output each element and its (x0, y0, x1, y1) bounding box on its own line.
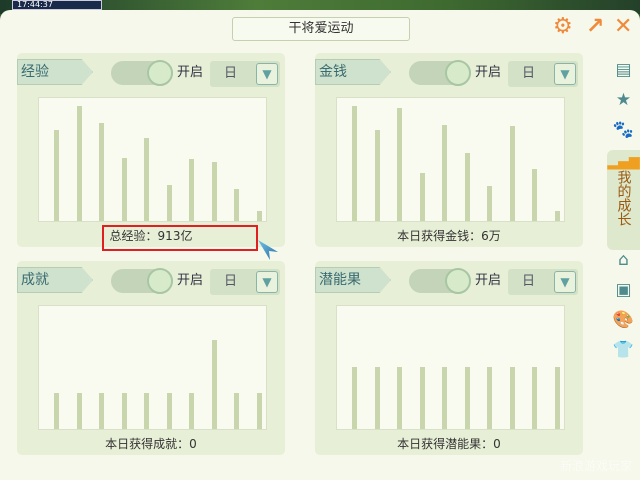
bar (464, 153, 470, 221)
toggle-knob[interactable] (445, 60, 471, 86)
palette-icon[interactable]: 🎨 (607, 310, 640, 340)
star-icon[interactable]: ★ (607, 90, 640, 120)
enable-toggle[interactable] (111, 268, 173, 294)
toggle-label: 开启 (475, 65, 502, 80)
panel-label: 经验 (17, 59, 93, 85)
bar (256, 393, 262, 429)
panel-footer: 本日获得潜能果：0 (397, 437, 501, 451)
bar (464, 367, 470, 429)
toggle-label: 开启 (177, 65, 204, 80)
toggle-knob[interactable] (445, 268, 471, 294)
chevron-down-icon[interactable]: ▼ (554, 271, 576, 293)
bar (54, 130, 59, 221)
period-value: 日 (224, 66, 238, 81)
bar (256, 211, 262, 221)
paw-icon[interactable]: 🐾 (607, 120, 640, 150)
bar (487, 367, 492, 429)
period-select[interactable]: 日 ▼ (508, 269, 578, 295)
chat-icon[interactable]: ▤ (607, 60, 640, 90)
bar (54, 393, 59, 429)
bar (234, 393, 239, 429)
bar (211, 340, 217, 429)
bar (532, 367, 537, 429)
bar (189, 393, 194, 429)
chevron-down-icon[interactable]: ▼ (554, 63, 576, 85)
bar-chart (336, 305, 565, 430)
period-value: 日 (522, 274, 536, 289)
panel-label: 成就 (17, 267, 93, 293)
bar (121, 158, 127, 221)
sidebar-item-growth[interactable]: ▂▄▆ 我的成长 (607, 150, 640, 250)
bar (554, 211, 560, 221)
bar (532, 169, 537, 221)
panel-money: 金钱 开启 日 ▼ 本日获得金钱：6万 (315, 53, 583, 247)
bar (352, 367, 357, 429)
bar (509, 367, 515, 429)
toggle-label: 开启 (475, 273, 502, 288)
bar (397, 108, 402, 221)
close-icon[interactable]: ✕ (614, 14, 632, 39)
bar (234, 189, 239, 221)
bar (76, 393, 82, 429)
chevron-down-icon[interactable]: ▼ (256, 271, 278, 293)
window-title: 干将爱运动 (232, 17, 410, 41)
period-value: 日 (522, 66, 536, 81)
period-select[interactable]: 日 ▼ (210, 61, 280, 87)
bar (374, 130, 380, 221)
bar (189, 159, 194, 221)
bar (554, 367, 560, 429)
box-icon[interactable]: ▣ (607, 280, 640, 310)
bar (76, 106, 82, 221)
period-select[interactable]: 日 ▼ (508, 61, 578, 87)
panel-footer: 本日获得成就：0 (105, 437, 197, 451)
panel-achievement: 成就 开启 日 ▼ 本日获得成就：0 (17, 261, 285, 455)
bar (419, 367, 425, 429)
highlight-box (102, 225, 258, 251)
bar (144, 138, 149, 221)
sidebar-growth-label: 我的成长 (615, 170, 632, 226)
bar (166, 185, 172, 221)
sidebar: ▤ ★ 🐾 ▂▄▆ 我的成长 ⌂ ▣ 🎨 👕 (607, 60, 640, 370)
bar (374, 367, 380, 429)
bar-chart (38, 305, 267, 430)
bar-chart (38, 97, 267, 222)
bar (419, 173, 425, 221)
bar (442, 367, 447, 429)
bar (211, 162, 217, 221)
toggle-knob[interactable] (147, 268, 173, 294)
enable-toggle[interactable] (409, 60, 471, 86)
bar (509, 126, 515, 221)
signal-bars-icon: ▂▄▆ (607, 154, 640, 170)
period-select[interactable]: 日 ▼ (210, 269, 280, 295)
bar (121, 393, 127, 429)
period-value: 日 (224, 274, 238, 289)
panel-label: 潜能果 (315, 267, 391, 293)
home-icon[interactable]: ⌂ (607, 250, 640, 280)
bar (99, 393, 104, 429)
panel-label: 金钱 (315, 59, 391, 85)
bar (144, 393, 149, 429)
bar (442, 125, 447, 221)
status-time: 17:44:37 (12, 0, 102, 10)
panel-potential: 潜能果 开启 日 ▼ 本日获得潜能果：0 (315, 261, 583, 455)
bar-chart (336, 97, 565, 222)
watermark: 新浪游戏玩家 (559, 459, 632, 473)
bar (166, 393, 172, 429)
chevron-down-icon[interactable]: ▼ (256, 63, 278, 85)
shirt-icon[interactable]: 👕 (607, 340, 640, 370)
panel-exp: 经验 开启 日 ▼ 总经验：913亿 (17, 53, 285, 251)
toggle-knob[interactable] (147, 60, 173, 86)
enable-toggle[interactable] (111, 60, 173, 86)
gear-icon[interactable]: ⚙ (553, 14, 573, 39)
bar (487, 186, 492, 221)
bar (397, 367, 402, 429)
bar (352, 106, 357, 221)
popout-icon[interactable]: ↗ (586, 14, 604, 39)
panel-footer: 本日获得金钱：6万 (397, 229, 501, 243)
toggle-label: 开启 (177, 273, 204, 288)
enable-toggle[interactable] (409, 268, 471, 294)
bar (99, 123, 104, 221)
